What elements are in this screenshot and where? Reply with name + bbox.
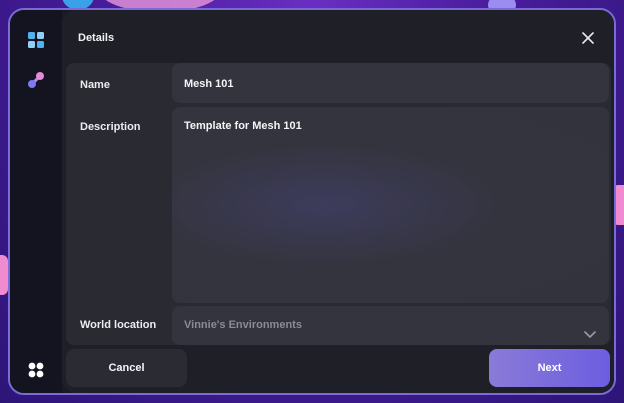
name-field[interactable]: Mesh 101 <box>172 63 609 103</box>
world-location-select[interactable]: Vinnie's Environments <box>172 306 609 345</box>
world-location-label: World location <box>80 319 157 331</box>
page-title: Details <box>78 32 115 44</box>
chevron-down-icon <box>583 319 597 338</box>
name-label: Name <box>80 79 110 91</box>
details-panel: Details Name Mesh 101 Description Templa… <box>62 10 614 393</box>
description-field[interactable]: Template for Mesh 101 <box>172 107 609 303</box>
mesh-link-icon[interactable] <box>26 70 46 90</box>
apps-icon[interactable] <box>26 360 46 380</box>
world-location-value: Vinnie's Environments <box>184 319 302 331</box>
side-rail <box>10 10 62 393</box>
background-blob <box>0 255 8 295</box>
details-window: Details Name Mesh 101 Description Templa… <box>8 8 616 395</box>
close-icon[interactable] <box>580 30 596 46</box>
details-form: Name Mesh 101 Description Template for M… <box>66 63 611 345</box>
cancel-button[interactable]: Cancel <box>66 349 187 387</box>
description-label: Description <box>80 121 141 133</box>
next-button[interactable]: Next <box>489 349 610 387</box>
layout-grid-icon[interactable] <box>26 30 46 50</box>
